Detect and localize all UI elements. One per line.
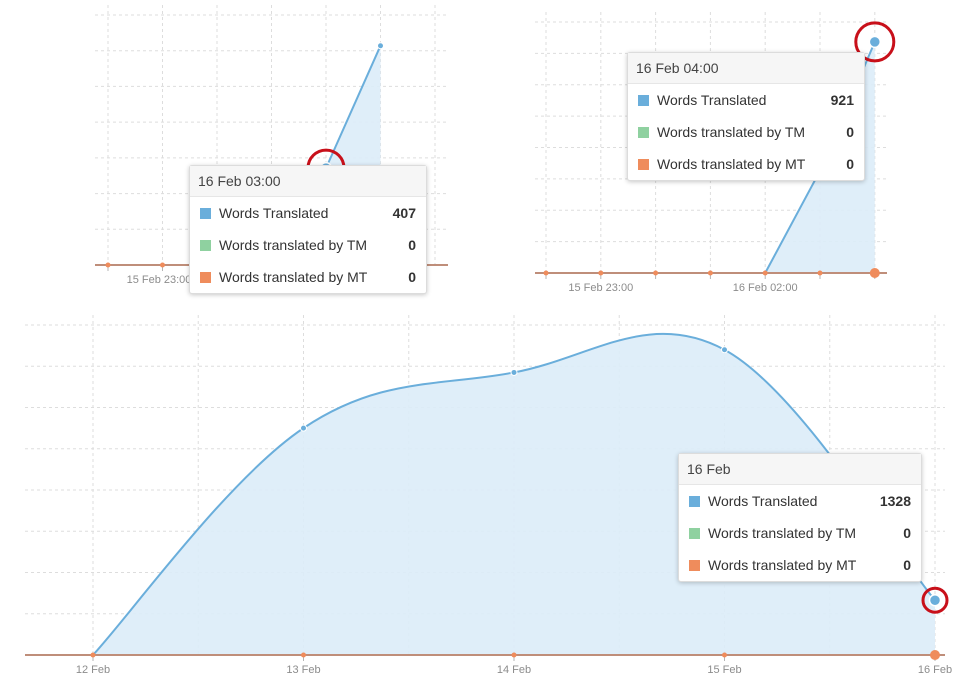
tooltip-row-words-translated-by-tm: Words translated by TM 0 [628, 116, 864, 148]
tooltip-row-label: Words Translated [219, 205, 329, 221]
tooltip-row-words-translated: Words Translated 407 [190, 197, 426, 229]
mt-point [817, 270, 823, 276]
x-tick-label: 14 Feb [497, 664, 531, 676]
mt-point [653, 270, 659, 276]
data-point [300, 424, 307, 432]
highlighted-mt-point [869, 268, 880, 278]
tooltip-row-value: 1328 [879, 493, 911, 509]
tooltip-row-label: Words translated by MT [219, 269, 368, 285]
tooltip-row-value: 921 [830, 92, 854, 108]
tooltip-row-words-translated: Words Translated 1328 [679, 485, 921, 517]
mt-point [511, 652, 517, 658]
tooltip-row-value: 0 [408, 237, 416, 253]
tooltip-row-words-translated-by-mt: Words translated by MT 0 [679, 549, 921, 581]
highlighted-mt-point [930, 650, 940, 660]
tooltip-row-label: Words translated by MT [708, 557, 857, 573]
tooltip-16-feb-0300: 16 Feb 03:00 Words Translated 407 Words … [189, 165, 427, 294]
tooltip-row-value: 0 [846, 124, 854, 140]
words-translated-swatch [689, 495, 700, 507]
tooltip-row-words-translated-by-tm: Words translated by TM 0 [679, 517, 921, 549]
tooltip-16-feb-0400: 16 Feb 04:00 Words Translated 921 Words … [627, 52, 865, 181]
tooltip-row-words-translated-by-tm: Words translated by TM 0 [190, 229, 426, 261]
tooltip-row-value: 0 [846, 156, 854, 172]
words-translated-swatch [200, 207, 211, 219]
words-translated-by-tm-swatch [689, 527, 700, 539]
tooltip-title: 16 Feb [679, 454, 921, 485]
x-tick-label: 16 Feb 02:00 [733, 282, 798, 294]
mt-point [90, 652, 96, 658]
tooltip-row-label: Words translated by TM [708, 525, 857, 541]
x-tick-label: 12 Feb [76, 664, 110, 676]
x-tick-label: 15 Feb 23:00 [568, 282, 633, 294]
tooltip-row-words-translated: Words Translated 921 [628, 84, 864, 116]
mt-point [707, 270, 713, 276]
data-point [721, 346, 728, 354]
mt-point [598, 270, 604, 276]
mt-point [722, 652, 727, 658]
mt-point [105, 262, 111, 268]
tooltip-row-words-translated-by-mt: Words translated by MT 0 [190, 261, 426, 293]
data-point [510, 368, 518, 376]
tooltip-row-label: Words Translated [657, 92, 767, 108]
highlighted-data-point [928, 593, 942, 607]
tooltip-row-value: 0 [903, 557, 911, 573]
words-translated-by-mt-swatch [200, 271, 211, 283]
words-translated-swatch [638, 94, 649, 106]
tooltip-title: 16 Feb 04:00 [628, 53, 864, 84]
words-translated-by-mt-swatch [689, 559, 700, 571]
tooltip-row-words-translated-by-mt: Words translated by MT 0 [628, 148, 864, 180]
tooltip-row-value: 0 [408, 269, 416, 285]
tooltip-row-label: Words translated by TM [219, 237, 368, 253]
highlighted-data-point [868, 35, 882, 49]
x-tick-label: 15 Feb [707, 664, 741, 676]
mt-point [160, 262, 165, 268]
x-tick-label: 15 Feb 23:00 [127, 274, 192, 286]
tooltip-row-label: Words Translated [708, 493, 818, 509]
mt-point [543, 270, 549, 276]
x-tick-label: 16 Feb [918, 664, 952, 676]
tooltip-row-value: 407 [392, 205, 416, 221]
mt-point [301, 652, 306, 658]
tooltip-row-value: 0 [903, 525, 911, 541]
tooltip-16-feb: 16 Feb Words Translated 1328 Words trans… [678, 453, 922, 582]
words-translated-by-tm-swatch [200, 239, 211, 251]
tooltip-row-label: Words translated by MT [657, 156, 806, 172]
x-tick-label: 13 Feb [286, 664, 320, 676]
tooltip-title: 16 Feb 03:00 [190, 166, 426, 197]
mt-point [762, 270, 768, 276]
words-translated-by-tm-swatch [638, 126, 649, 138]
tooltip-row-label: Words translated by TM [657, 124, 806, 140]
data-point [377, 42, 384, 50]
words-translated-by-mt-swatch [638, 158, 649, 170]
